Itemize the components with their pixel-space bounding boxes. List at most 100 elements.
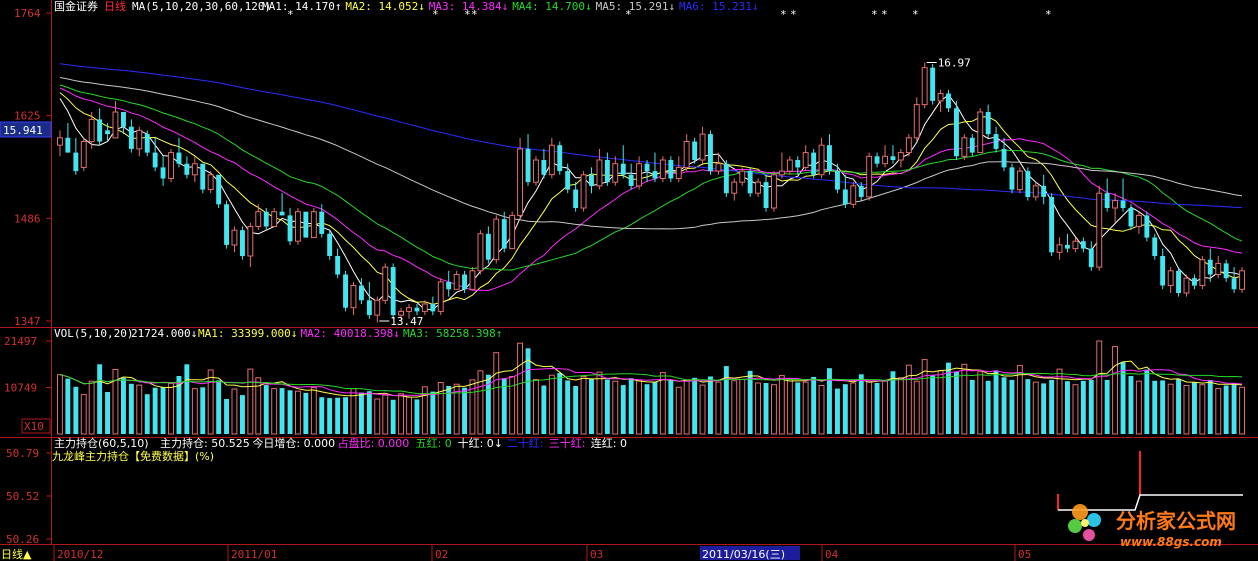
volume-bar: [1096, 340, 1103, 435]
vol-tick-label: 10749: [4, 381, 37, 394]
candle: [533, 156, 539, 186]
volume-bar: [548, 374, 555, 435]
candle: [382, 263, 389, 305]
candle: [921, 62, 928, 109]
volume-bar: [1128, 376, 1134, 434]
volume-bar: [105, 392, 110, 434]
volume-bar: [675, 386, 682, 435]
candle: [390, 263, 396, 319]
volume-bar: [1032, 381, 1039, 435]
candle: [1128, 204, 1134, 231]
volume-bar: [659, 372, 666, 435]
volume-bar: [1104, 379, 1110, 434]
volume-bar: [683, 379, 690, 435]
volume-bar: [763, 383, 769, 434]
volume-bar: [1009, 379, 1015, 434]
volume-bar: [708, 376, 713, 434]
volume-bar: [343, 397, 348, 434]
candle: [668, 156, 674, 183]
candle: [493, 215, 500, 264]
volume-bar: [263, 385, 269, 434]
volume-bar: [604, 379, 610, 434]
volume-bar: [128, 383, 134, 434]
volume-bar: [1001, 377, 1007, 434]
price-tick-label: 1764: [14, 7, 41, 20]
volume-bar: [65, 378, 71, 434]
volume-bar: [739, 379, 746, 435]
volume-bar: [1080, 380, 1086, 434]
signal-star: *: [871, 8, 878, 21]
volume-bar: [477, 370, 484, 435]
candle: [200, 163, 206, 194]
candle: [216, 174, 222, 208]
vol-header-label: VOL(5,10,20): [54, 327, 133, 340]
volume-bar: [430, 391, 436, 434]
price-tick-label: 1625: [14, 110, 41, 123]
candle: [1144, 211, 1150, 242]
chart-frame: [0, 0, 1258, 561]
volume-bar: [121, 377, 126, 434]
candle: [295, 207, 301, 245]
volume-bar: [636, 380, 642, 435]
volume-bar: [818, 385, 825, 435]
vol-legend: 21724.000↓ MA1: 33399.000↓ MA2: 40018.398↓…: [131, 327, 502, 340]
volume-bar: [1207, 379, 1213, 434]
volume-bar: [136, 384, 143, 435]
volume-bar: [1120, 362, 1126, 434]
candle: [850, 182, 857, 208]
candle: [1049, 193, 1055, 257]
signal-star: *: [625, 8, 632, 21]
volume-bar: [771, 384, 777, 435]
volume-bar: [366, 391, 372, 434]
volume-bar: [462, 387, 467, 434]
volume-bar: [398, 393, 405, 435]
candle: [1176, 267, 1181, 297]
candle: [469, 267, 476, 290]
date-label: 03: [590, 548, 603, 561]
volume-bar: [1072, 384, 1079, 435]
volume-bar: [437, 382, 444, 435]
volume-bar: [850, 382, 857, 435]
volume-bar: [715, 381, 722, 435]
volume-bar: [802, 381, 809, 435]
volume-bar: [954, 371, 959, 434]
chart-canvas[interactable]: 国金证券 日线 MA(5,10,20,30,60,120) MA1: 14.17…: [0, 0, 1258, 561]
ma-legend-item: MA5: 15.291↓: [596, 0, 675, 13]
candle: [659, 156, 666, 183]
volume-bar: [786, 378, 793, 435]
volume-bar: [897, 377, 904, 435]
signal-star: *: [1045, 8, 1052, 21]
volume-bar: [1049, 379, 1055, 434]
volume-bar: [1199, 384, 1206, 435]
date-cursor-label: 2011/03/16(三): [702, 548, 785, 561]
candle: [708, 130, 713, 175]
candle: [1096, 185, 1103, 271]
ind-tick-label: 50.52: [6, 490, 39, 503]
candle: [310, 207, 317, 239]
volume-bar: [224, 399, 229, 434]
stock-chart[interactable]: 国金证券 日线 MA(5,10,20,30,60,120) MA1: 14.17…: [0, 0, 1258, 561]
volume-bar: [795, 382, 801, 434]
ind-legend-item: 占盘比: 0.000: [338, 436, 410, 450]
volume-bar: [57, 374, 63, 435]
volume-bar: [1144, 369, 1150, 434]
volume-bar: [191, 388, 198, 435]
candle: [954, 100, 959, 160]
candle: [930, 63, 936, 105]
volume-bar: [620, 385, 626, 434]
header-stock-name: 国金证券: [54, 0, 98, 13]
volume-bar: [811, 376, 817, 434]
volume-bar: [596, 371, 603, 435]
volume-bar: [406, 396, 413, 435]
candle: [771, 171, 777, 212]
period-button[interactable]: 日线▲: [1, 547, 32, 561]
signal-star: *: [464, 8, 471, 21]
volume-bar: [287, 390, 293, 434]
vol-value: 21724.000↓: [131, 327, 197, 340]
date-label: 05: [1018, 548, 1031, 561]
volume-bar: [1239, 386, 1245, 435]
ind-legend-item: 主力持仓: 50.525: [160, 436, 250, 450]
candle: [517, 137, 523, 220]
volume-bar: [1135, 380, 1142, 435]
volume-bar: [565, 380, 571, 434]
